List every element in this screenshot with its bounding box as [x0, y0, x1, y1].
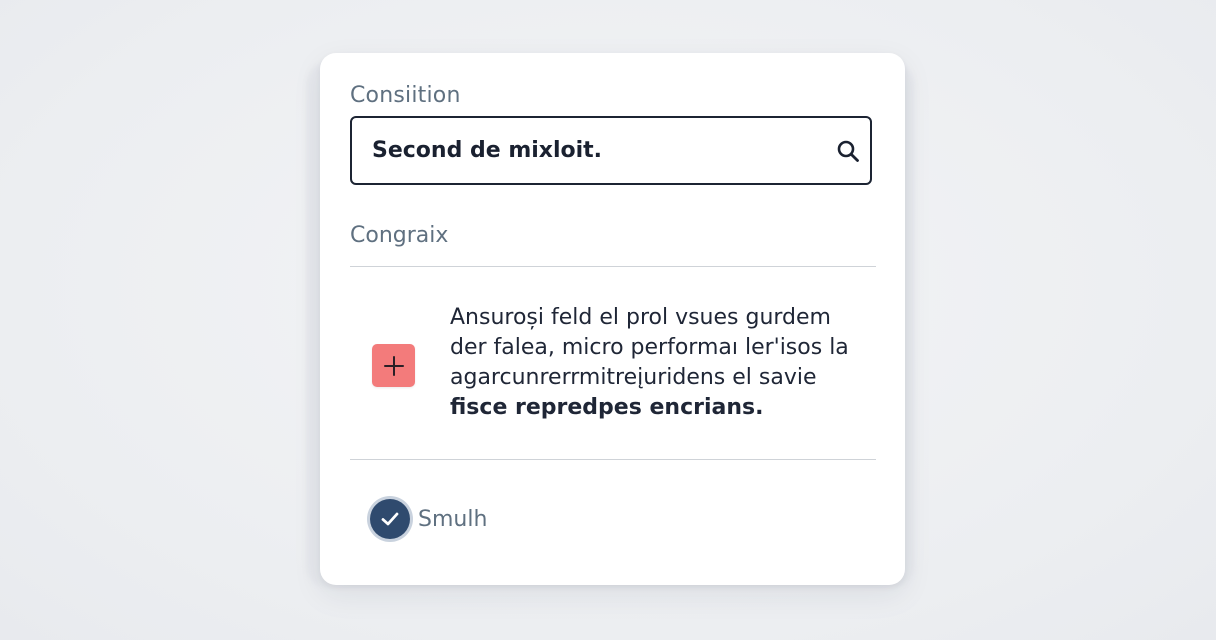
page-background: Consiition Congraix Ansuroși feld el pro… — [0, 0, 1216, 640]
search-input[interactable] — [372, 118, 812, 183]
search-icon[interactable] — [836, 139, 860, 163]
search-field[interactable] — [350, 116, 872, 185]
description-line: Ansuroși feld el prol vsues gurdem — [450, 305, 831, 330]
divider-bottom — [350, 459, 876, 460]
check-circle[interactable] — [370, 499, 410, 539]
description-text: Ansuroși feld el prol vsues gurdem der f… — [450, 303, 860, 423]
description-line: fisce repredpes encrians. — [450, 395, 764, 420]
section-label: Congraix — [350, 223, 449, 248]
description-line: agarcunrerrmitreįuridens el savie — [450, 365, 817, 390]
description-line: der falea, micro performaı ler'isos la — [450, 335, 849, 360]
plus-icon — [383, 355, 404, 376]
confirm-label[interactable]: Smulh — [418, 507, 487, 532]
confirm-checkbox[interactable]: Smulh — [370, 496, 487, 542]
add-button[interactable] — [372, 344, 415, 387]
check-icon — [381, 512, 399, 526]
form-card: Consiition Congraix Ansuroși feld el pro… — [320, 53, 905, 585]
condition-label: Consiition — [350, 83, 461, 108]
divider-top — [350, 266, 876, 267]
